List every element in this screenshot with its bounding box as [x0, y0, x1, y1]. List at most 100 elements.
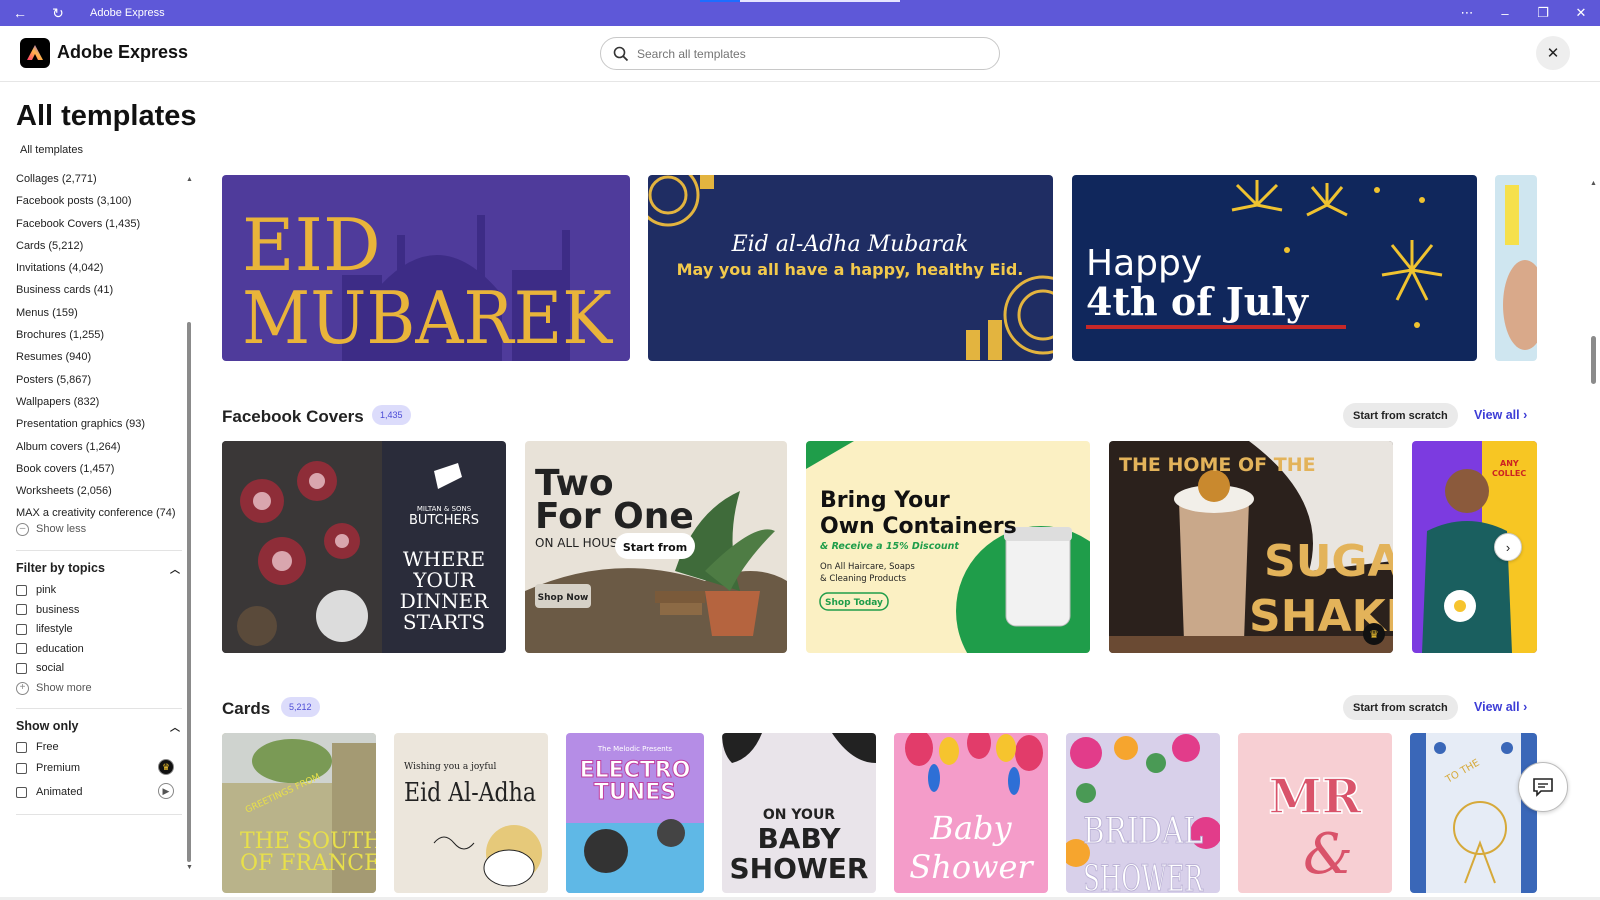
minus-circle-icon: –: [16, 522, 29, 536]
sidebar-category-item[interactable]: Album covers (1,264): [16, 440, 186, 462]
window-close-button[interactable]: ✕: [1562, 5, 1600, 21]
filter-by-topics-heading[interactable]: Filter by topics ︿: [16, 561, 182, 576]
show-only-checkbox[interactable]: [16, 786, 27, 798]
breadcrumb[interactable]: All templates: [20, 144, 83, 156]
chevron-up-icon[interactable]: ︿: [170, 561, 180, 576]
show-only-option-label: Animated: [36, 786, 83, 798]
sidebar-category-item[interactable]: Collages (2,771): [16, 172, 186, 194]
template-card-electro-tunes[interactable]: The Melodic Presents ELECTRO TUNES: [566, 733, 704, 893]
containers-discount: & Receive a 15% Discount: [820, 541, 959, 552]
search-bar[interactable]: [600, 37, 1000, 70]
topic-filter-education[interactable]: education: [16, 640, 182, 658]
template-card-to-the-bride[interactable]: TO THE: [1410, 733, 1537, 893]
minimize-button[interactable]: –: [1486, 6, 1524, 21]
topic-label: social: [36, 662, 65, 675]
sidebar-category-item[interactable]: Presentation graphics (93): [16, 417, 186, 439]
template-eid-al-adha-banner[interactable]: Eid al-Adha Mubarak May you all have a h…: [648, 175, 1053, 361]
show-only-animated[interactable]: Animated ▶: [16, 783, 182, 801]
sugar-line1: SUGAR: [1264, 536, 1393, 587]
topic-filter-pink[interactable]: pink: [16, 581, 182, 599]
sidebar-category-item[interactable]: Wallpapers (832): [16, 395, 186, 417]
banner-eid-adha-sub: May you all have a happy, healthy Eid.: [677, 260, 1024, 279]
search-input[interactable]: [637, 46, 967, 61]
template-card-south-of-france[interactable]: GREETINGS FROM THE SOUTH OF FRANCE: [222, 733, 376, 893]
template-card-eid-al-adha[interactable]: Wishing you a joyful Eid Al-Adha: [394, 733, 548, 893]
adobe-express-logo[interactable]: [20, 38, 50, 68]
template-eid-mubarek[interactable]: EID MUBAREK: [222, 175, 630, 361]
back-arrow-icon[interactable]: ←: [6, 5, 34, 21]
category-list: Collages (2,771) Facebook posts (3,100) Fa…: [16, 172, 186, 529]
banner-july-line2: 4th of July: [1086, 279, 1309, 324]
sidebar-scroll-thumb[interactable]: [187, 322, 191, 862]
sidebar-category-item[interactable]: Invitations (4,042): [16, 261, 186, 283]
chevron-up-icon[interactable]: ︿: [170, 719, 180, 734]
sidebar-category-item[interactable]: Business cards (41): [16, 283, 186, 305]
bridal-line1: BRIDAL: [1083, 811, 1203, 852]
template-card-on-your-baby-shower[interactable]: ON YOUR BABY SHOWER: [722, 733, 876, 893]
template-card-baby-shower-script[interactable]: Baby Shower: [894, 733, 1048, 893]
banner-eid-adha-script: Eid al-Adha Mubarak: [731, 232, 969, 257]
template-card-bridal-shower[interactable]: BRIDAL SHOWER: [1066, 733, 1220, 893]
cards-start-from-scratch-button[interactable]: Start from scratch: [1343, 695, 1458, 720]
topic-filter-business[interactable]: business: [16, 601, 182, 619]
view-all-label: View all: [1474, 700, 1520, 714]
party-tag1: ANY: [1500, 459, 1519, 468]
brand-name[interactable]: Adobe Express: [57, 42, 188, 63]
sidebar-category-item[interactable]: Brochures (1,255): [16, 328, 186, 350]
show-less-link[interactable]: – Show less: [16, 517, 86, 541]
restore-button[interactable]: ❐: [1524, 5, 1562, 21]
sugar-top: THE HOME OF THE: [1119, 454, 1316, 476]
show-only-premium[interactable]: Premium ♛: [16, 759, 182, 777]
topic-checkbox[interactable]: [16, 623, 27, 635]
template-butchers-cover[interactable]: MILTAN & SONS BUTCHERS WHERE YOUR DINNER…: [222, 441, 506, 653]
refresh-icon[interactable]: ↻: [44, 5, 72, 22]
close-icon[interactable]: ✕: [1536, 36, 1570, 70]
template-card-mr-and[interactable]: MR &: [1238, 733, 1392, 893]
topic-checkbox[interactable]: [16, 604, 27, 616]
facebook-covers-next-button[interactable]: ›: [1494, 533, 1522, 561]
sidebar-category-item[interactable]: Facebook Covers (1,435): [16, 217, 186, 239]
template-partial-banner[interactable]: [1495, 175, 1537, 361]
template-containers-cover[interactable]: Bring Your Own Containers & Receive a 15…: [806, 441, 1090, 653]
template-sugar-shake-cover[interactable]: THE HOME OF THE SUGAR SHAKE ♛: [1109, 441, 1393, 653]
chat-button[interactable]: [1518, 762, 1568, 812]
sidebar-category-item[interactable]: Facebook posts (3,100): [16, 194, 186, 216]
show-only-checkbox[interactable]: [16, 741, 27, 753]
show-only-checkbox[interactable]: [16, 762, 27, 774]
containers-body2: & Cleaning Products: [820, 574, 907, 584]
sidebar-category-item[interactable]: Worksheets (2,056): [16, 484, 186, 506]
mr-line1: MR: [1268, 769, 1362, 825]
show-more-link[interactable]: + Show more: [16, 676, 92, 700]
more-options-icon[interactable]: ⋯: [1448, 5, 1486, 21]
show-only-heading[interactable]: Show only ︿: [16, 719, 182, 734]
topic-filter-lifestyle[interactable]: lifestyle: [16, 620, 182, 638]
sidebar-category-item[interactable]: Cards (5,212): [16, 239, 186, 261]
facebook-covers-view-all-link[interactable]: View all ›: [1474, 408, 1527, 422]
sidebar-category-item[interactable]: Resumes (940): [16, 350, 186, 372]
template-two-for-one-cover[interactable]: Two For One ON ALL HOUS Start from Shop …: [525, 441, 787, 653]
sidebar-category-item[interactable]: Posters (5,867): [16, 373, 186, 395]
template-4th-of-july[interactable]: Happy 4th of July: [1072, 175, 1477, 361]
cards-view-all-link[interactable]: View all ›: [1474, 700, 1527, 714]
topic-filter-social[interactable]: social: [16, 659, 182, 677]
play-icon: ▶: [158, 783, 174, 799]
topic-checkbox[interactable]: [16, 643, 27, 655]
scroll-up-icon[interactable]: ▲: [186, 176, 193, 183]
bridal-line2: SHOWER: [1083, 859, 1204, 893]
show-only-free[interactable]: Free: [16, 738, 182, 756]
scroll-up-icon[interactable]: ▲: [1590, 180, 1597, 187]
sidebar-category-item[interactable]: Menus (159): [16, 306, 186, 328]
topic-label: pink: [36, 584, 57, 596]
filter-sidebar: Collages (2,771) Facebook posts (3,100) Fa…: [0, 172, 200, 900]
facebook-covers-start-from-scratch-button[interactable]: Start from scratch: [1343, 403, 1458, 428]
topic-checkbox[interactable]: [16, 584, 27, 596]
sidebar-scrollbar[interactable]: ▲ ▼: [186, 172, 193, 900]
template-content: EID MUBAREK Eid al-Adha Mubarak May you …: [222, 172, 1537, 900]
electro-line2: TUNES: [594, 780, 676, 805]
two-for-one-overlay[interactable]: Start from: [623, 541, 687, 554]
sidebar-category-item[interactable]: Book covers (1,457): [16, 462, 186, 484]
main-scrollbar[interactable]: ▲: [1590, 180, 1598, 880]
main-scroll-thumb[interactable]: [1591, 336, 1596, 384]
scroll-down-icon[interactable]: ▼: [186, 864, 193, 871]
topic-checkbox[interactable]: [16, 662, 27, 674]
